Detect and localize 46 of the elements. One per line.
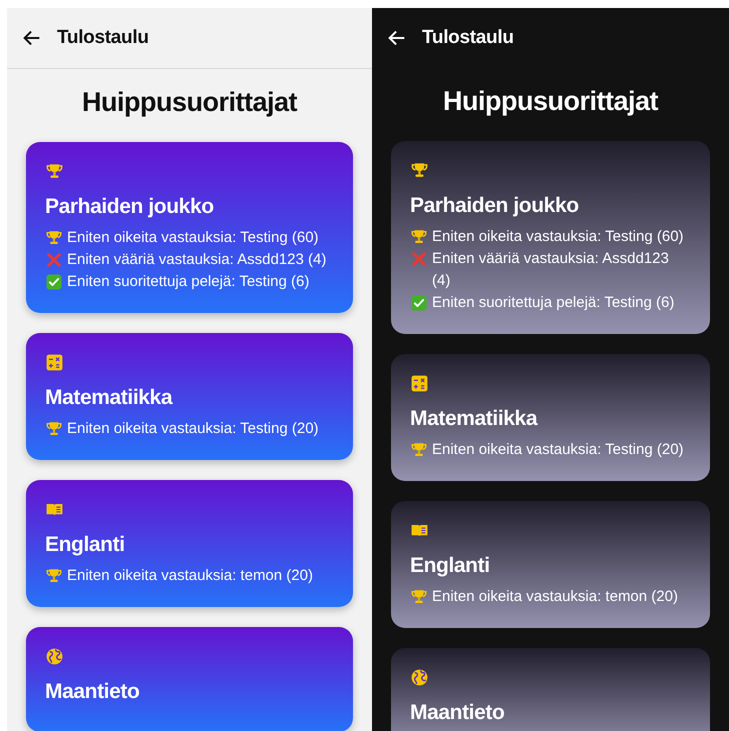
stat-text: Eniten vääriä vastauksia: Assdd123 (4) <box>432 249 670 291</box>
trophy-icon <box>45 229 63 247</box>
trophy-icon <box>45 567 63 585</box>
card-title: Englanti <box>45 533 126 557</box>
stat-text: Eniten oikeita vastauksia: Testing (60) <box>432 227 684 247</box>
section-heading: Huippusuorittajat <box>82 87 297 118</box>
category-card[interactable]: Maantieto <box>26 627 353 731</box>
trophy-icon <box>45 420 63 438</box>
calculator-icon <box>410 374 429 393</box>
category-card[interactable]: Parhaiden joukko Eniten oikeita vastauksia: Testing (60) Eniten vääriä vastauksia: Assdd123 (4) Eniten suoritettuja pelejä: Testing (6) <box>26 142 353 313</box>
category-card[interactable]: Englanti Eniten oikeita vastauksia: temon (20) <box>391 501 710 628</box>
category-card[interactable]: Matematiikka Eniten oikeita vastauksia: Testing (20) <box>26 333 353 460</box>
trophy-icon <box>410 441 428 459</box>
trophy-icon <box>410 161 429 180</box>
calculator-icon <box>45 353 64 372</box>
cross-icon <box>410 250 428 268</box>
stat-text: Eniten oikeita vastauksia: temon (20) <box>432 587 678 607</box>
section-heading: Huippusuorittajat <box>443 86 658 117</box>
stat-text: Eniten oikeita vastauksia: Testing (60) <box>67 228 319 248</box>
stat-text: Eniten vääriä vastauksia: Assdd123 (4) <box>67 250 326 270</box>
card-title: Englanti <box>410 554 491 578</box>
checkmark-icon <box>45 273 63 291</box>
category-card[interactable]: Matematiikka Eniten oikeita vastauksia: Testing (20) <box>391 354 710 481</box>
card-title: Maantieto <box>410 701 506 725</box>
globe-icon <box>45 647 64 666</box>
card-title: Matematiikka <box>45 386 174 410</box>
stat-text: Eniten oikeita vastauksia: Testing (20) <box>67 419 319 439</box>
card-title: Parhaiden joukko <box>45 195 215 219</box>
globe-icon <box>410 668 429 687</box>
stat-text: Eniten suoritettuja pelejä: Testing (6) <box>67 272 310 292</box>
trophy-icon <box>45 162 64 181</box>
cross-icon <box>45 251 63 269</box>
card-title: Maantieto <box>45 680 140 704</box>
category-card[interactable]: Parhaiden joukko Eniten oikeita vastauksia: Testing (60) Eniten vääriä vastauksia: Assdd123 (4) Eniten suoritettuja pelejä: Testing (6) <box>391 141 710 334</box>
card-title: Parhaiden joukko <box>410 194 580 218</box>
trophy-icon <box>410 588 428 606</box>
checkmark-icon <box>410 294 428 312</box>
stat-text: Eniten suoritettuja pelejä: Testing (6) <box>432 293 674 313</box>
category-card[interactable]: Englanti Eniten oikeita vastauksia: temon (20) <box>26 480 353 607</box>
card-title: Matematiikka <box>410 407 539 431</box>
screen-title: Tulostaulu <box>57 27 149 49</box>
stat-text: Eniten oikeita vastauksia: Testing (20) <box>432 440 684 460</box>
screen-title: Tulostaulu <box>422 27 514 49</box>
category-card[interactable]: Maantieto <box>391 648 710 731</box>
stat-text: Eniten oikeita vastauksia: temon (20) <box>67 566 313 586</box>
trophy-icon <box>410 228 428 246</box>
